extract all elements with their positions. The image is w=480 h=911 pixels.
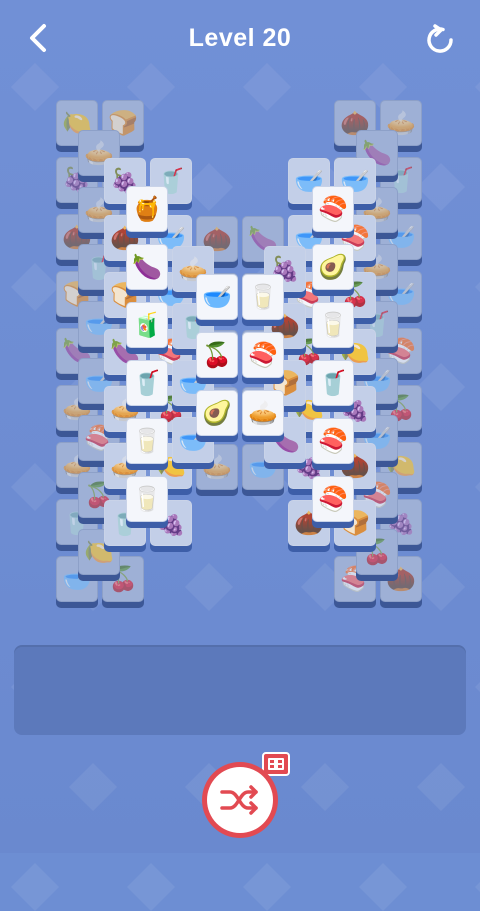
- jam-jar-icon: 🍯: [132, 195, 162, 223]
- tile-avocado[interactable]: 🥑: [196, 390, 238, 442]
- tile-milk-carton[interactable]: 🥛: [242, 274, 284, 326]
- tile-board: 🍋🍞🍇🍆🌰🥧🍞🥧🍆🥤🥧🥣🥧🥣🥤🍣🥣🍒🥧🥧🥤🥣🥣🍣🍒🍋🌰🥧🍞🥤🍆🥣🥧🥣🥧🍣🥤🍒🥣🍋…: [0, 0, 480, 640]
- tile-salmon[interactable]: 🍣: [312, 186, 354, 238]
- milk-carton-icon: 🥛: [132, 427, 162, 455]
- pattern-diamond: [358, 862, 408, 911]
- tile-milk-carton[interactable]: 🥛: [126, 418, 168, 470]
- pattern-diamond: [242, 862, 292, 911]
- milk-carton-icon: 🥛: [132, 485, 162, 513]
- tile-milk-carton[interactable]: 🥛: [312, 302, 354, 354]
- grape-juice-icon: 🥤: [132, 369, 162, 397]
- eggplant-icon: 🍆: [132, 253, 162, 281]
- tile-juice-glass[interactable]: 🧃: [126, 302, 168, 354]
- salmon-icon: 🍣: [318, 195, 348, 223]
- tile-jam-jar[interactable]: 🍯: [126, 186, 168, 238]
- grape-juice-icon: 🥤: [318, 369, 348, 397]
- salmon-icon: 🍣: [318, 485, 348, 513]
- tile-avocado[interactable]: 🥑: [312, 244, 354, 296]
- tile-grape-juice[interactable]: 🥤: [126, 360, 168, 412]
- cherries-icon: 🍒: [202, 341, 232, 369]
- tile-cherries[interactable]: 🍒: [196, 332, 238, 384]
- tile-bowl[interactable]: 🥣: [196, 274, 238, 326]
- juice-glass-icon: 🧃: [132, 311, 162, 339]
- bowl-icon: 🥣: [202, 283, 232, 311]
- tile-salmon[interactable]: 🍣: [242, 332, 284, 384]
- milk-carton-icon: 🥛: [248, 283, 278, 311]
- milk-carton-icon: 🥛: [318, 311, 348, 339]
- salmon-icon: 🍣: [318, 427, 348, 455]
- shuffle-button[interactable]: [202, 762, 278, 838]
- tile-grape-juice[interactable]: 🥤: [312, 360, 354, 412]
- tile-salmon[interactable]: 🍣: [312, 476, 354, 528]
- pattern-diamond: [10, 862, 60, 911]
- tile-eggplant[interactable]: 🍆: [126, 244, 168, 296]
- salmon-icon: 🍣: [248, 341, 278, 369]
- tile-tray: [14, 645, 466, 735]
- tile-milk-carton[interactable]: 🥛: [126, 476, 168, 528]
- pattern-diamond: [126, 862, 176, 911]
- tile-salmon[interactable]: 🍣: [312, 418, 354, 470]
- pattern-diamond: [474, 862, 480, 911]
- tile-pie[interactable]: 🥧: [242, 390, 284, 442]
- shuffle-icon: [220, 785, 258, 815]
- avocado-icon: 🥑: [202, 399, 232, 427]
- avocado-icon: 🥑: [318, 253, 348, 281]
- pie-icon: 🥧: [248, 399, 278, 427]
